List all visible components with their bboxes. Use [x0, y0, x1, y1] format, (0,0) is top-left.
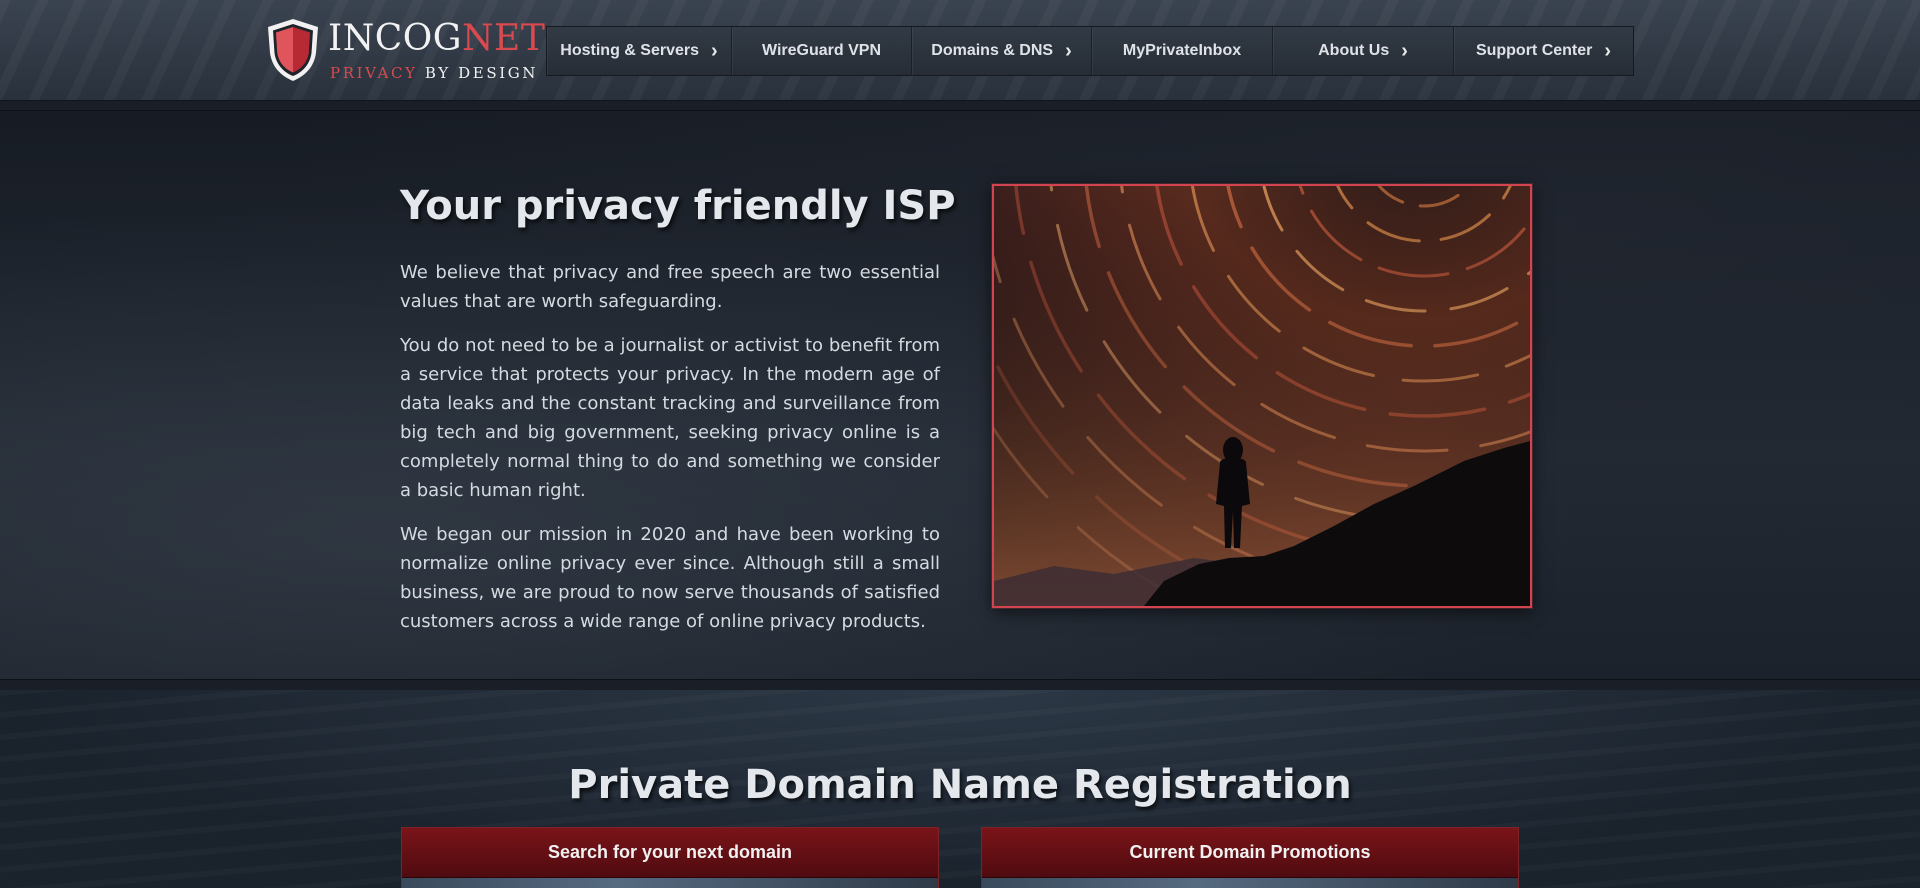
logo-wordmark: INCOGNET — [328, 18, 546, 59]
nav-label: About Us — [1318, 42, 1390, 59]
star-trails-image — [992, 184, 1532, 608]
nav-support-center[interactable]: Support Center › — [1454, 27, 1633, 75]
chevron-right-icon: › — [1065, 40, 1072, 62]
nav-label: MyPrivateInbox — [1122, 42, 1242, 59]
domains-title: Private Domain Name Registration — [568, 762, 1352, 808]
panel-body — [402, 878, 938, 888]
chevron-right-icon: › — [711, 40, 718, 62]
nav-wireguard-vpn[interactable]: WireGuard VPN — [732, 27, 912, 75]
about-paragraph: We began our mission in 2020 and have be… — [400, 524, 940, 632]
chevron-right-icon: › — [1604, 40, 1612, 62]
shield-logo-icon — [268, 19, 318, 81]
nav-domains-dns[interactable]: Domains & DNS › — [912, 27, 1092, 75]
domain-promotions-panel: Current Domain Promotions — [981, 827, 1519, 888]
nav-hosting-servers[interactable]: Hosting & Servers › — [547, 27, 732, 75]
panel-body — [982, 878, 1518, 888]
panel-heading: Search for your next domain — [402, 828, 938, 878]
nav-label: Hosting & Servers — [560, 42, 700, 59]
site-logo[interactable]: INCOGNET PRIVACY BY DESIGN — [265, 17, 545, 83]
nav-label: WireGuard VPN — [762, 42, 881, 59]
nav-about-us[interactable]: About Us › — [1273, 27, 1454, 75]
nav-label: Support Center — [1475, 42, 1593, 59]
logo-tagline: PRIVACY BY DESIGN — [330, 64, 539, 82]
domain-registration-section: Private Domain Name Registration Search … — [0, 690, 1920, 888]
about-paragraph: We believe that privacy and free speech … — [400, 262, 940, 312]
domain-search-panel: Search for your next domain — [401, 827, 939, 888]
site-header: INCOGNET PRIVACY BY DESIGN Hosting & Ser… — [0, 0, 1920, 101]
about-section: Your privacy friendly ISP We believe tha… — [0, 110, 1920, 680]
about-title: Your privacy friendly ISP — [400, 183, 956, 229]
nav-myprivateinbox[interactable]: MyPrivateInbox — [1092, 27, 1273, 75]
about-text: We believe that privacy and free speech … — [400, 258, 940, 651]
chevron-right-icon: › — [1401, 40, 1408, 62]
panel-heading: Current Domain Promotions — [982, 828, 1518, 878]
nav-label: Domains & DNS — [931, 42, 1054, 59]
main-navigation: Hosting & Servers › WireGuard VPN Domain… — [546, 26, 1634, 76]
about-paragraph: You do not need to be a journalist or ac… — [400, 335, 940, 501]
